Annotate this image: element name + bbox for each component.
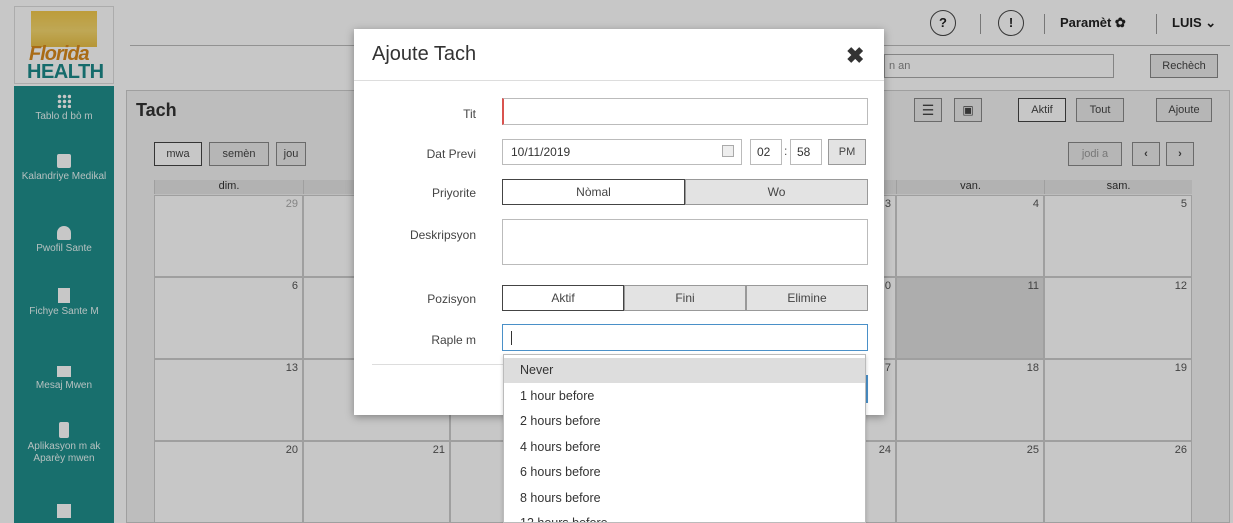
reminder-dropdown: Never 1 hour before 2 hours before 4 hours … xyxy=(503,354,866,523)
time-separator: : xyxy=(784,144,788,158)
status-active-option[interactable]: Aktif xyxy=(502,285,624,311)
reminder-option[interactable]: 6 hours before xyxy=(504,460,865,485)
minute-input[interactable]: 58 xyxy=(790,139,822,165)
reminder-option[interactable]: 1 hour before xyxy=(504,384,865,409)
reminder-label: Raple m xyxy=(431,333,476,347)
reminder-option[interactable]: Never xyxy=(504,358,865,383)
description-textarea[interactable] xyxy=(502,219,868,265)
reminder-option[interactable]: 2 hours before xyxy=(504,409,865,434)
title-label: Tit xyxy=(463,107,476,121)
modal-title: Ajoute Tach xyxy=(372,43,477,65)
status-done-option[interactable]: Fini xyxy=(624,285,746,311)
hour-input[interactable]: 02 xyxy=(750,139,782,165)
description-label: Deskripsyon xyxy=(409,228,476,242)
modal-divider xyxy=(354,80,884,81)
reminder-select[interactable] xyxy=(502,324,868,351)
ampm-toggle[interactable]: PM xyxy=(828,139,866,165)
reminder-option[interactable]: 4 hours before xyxy=(504,435,865,460)
title-input[interactable] xyxy=(502,98,868,125)
status-removed-option[interactable]: Elimine xyxy=(746,285,868,311)
due-date-label: Dat Previ xyxy=(426,147,476,161)
due-date-input[interactable]: 10/11/2019 xyxy=(502,139,742,165)
priority-high-option[interactable]: Wo xyxy=(685,179,868,205)
priority-normal-option[interactable]: Nòmal xyxy=(502,179,685,205)
reminder-option[interactable]: 8 hours before xyxy=(504,486,865,511)
calendar-picker-icon[interactable] xyxy=(722,145,734,157)
status-label: Pozisyon xyxy=(427,292,476,306)
text-cursor xyxy=(511,330,512,345)
close-icon[interactable]: ✖ xyxy=(846,43,864,69)
reminder-option[interactable]: 12 hours before xyxy=(504,511,865,522)
priority-label: Priyorite xyxy=(431,186,476,200)
